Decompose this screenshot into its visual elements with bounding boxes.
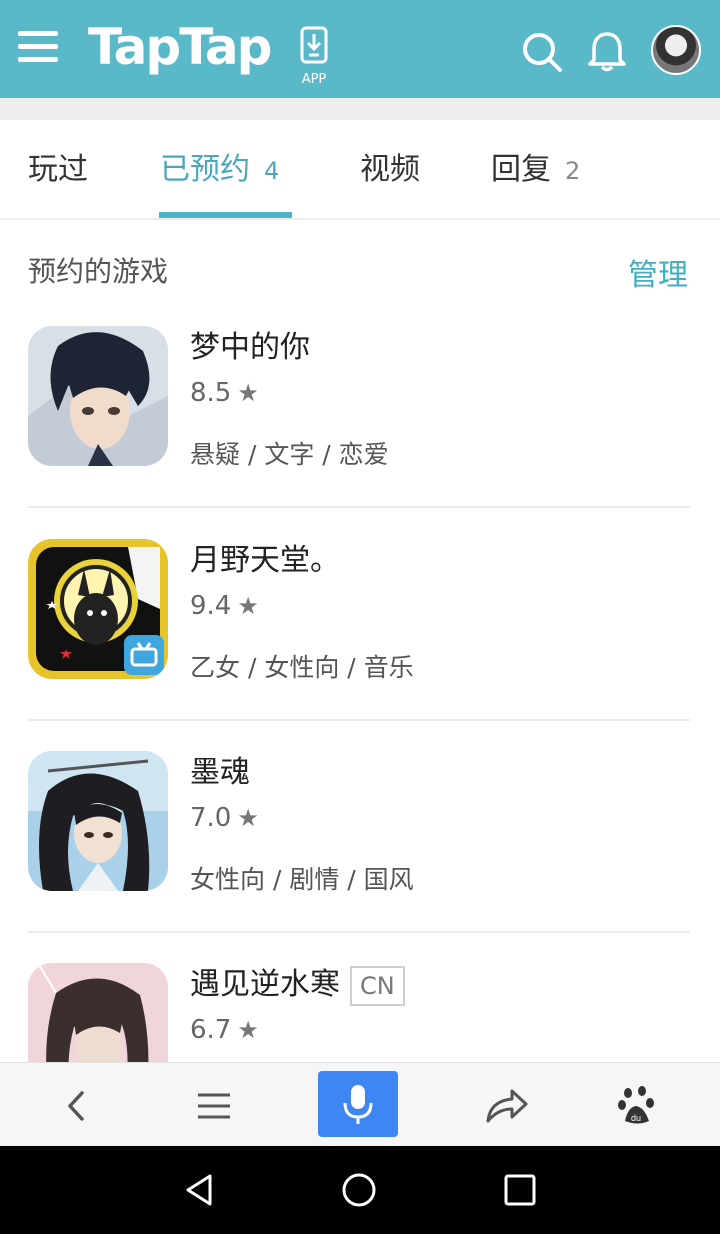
nav-home-icon[interactable] xyxy=(339,1170,379,1210)
game-rating: 8.5 ★ xyxy=(190,376,259,410)
tab-played[interactable]: 玩过 xyxy=(28,150,88,190)
game-tags: 悬疑 / 文字 / 恋爱 xyxy=(190,440,389,469)
rating-value: 8.5 xyxy=(190,378,232,408)
game-title-text: 遇见逆水寒 xyxy=(190,967,340,1002)
game-rating: 6.7 ★ xyxy=(190,1013,259,1047)
tab-replies[interactable]: 回复 2 xyxy=(491,150,580,190)
rating-value: 7.0 xyxy=(190,803,232,833)
tab-label: 回复 xyxy=(491,152,551,187)
game-tags: 乙女 / 女性向 / 音乐 xyxy=(190,653,414,682)
menu-list-icon[interactable] xyxy=(174,1073,254,1139)
avatar[interactable] xyxy=(651,25,701,75)
list-item[interactable]: 梦中的你 8.5 ★ 悬疑 / 文字 / 恋爱 xyxy=(28,326,690,538)
star-icon: ★ xyxy=(237,804,259,832)
game-rating: 7.0 ★ xyxy=(190,801,259,835)
share-icon[interactable] xyxy=(466,1073,546,1139)
divider xyxy=(28,719,690,721)
tab-label: 视频 xyxy=(360,152,420,187)
game-icon[interactable] xyxy=(28,326,168,466)
game-title[interactable]: 墨魂 xyxy=(190,753,250,793)
tab-count: 4 xyxy=(264,157,280,185)
menu-icon[interactable] xyxy=(18,31,58,65)
game-tags: 女性向 / 剧情 / 国风 xyxy=(190,865,414,894)
star-icon: ★ xyxy=(237,1016,259,1044)
tab-reserved[interactable]: 已预约 4 xyxy=(160,150,279,190)
list-item[interactable]: 墨魂 7.0 ★ 女性向 / 剧情 / 国风 xyxy=(28,751,690,963)
tab-videos[interactable]: 视频 xyxy=(360,150,420,190)
nav-recents-icon[interactable] xyxy=(500,1170,540,1210)
voice-search-button[interactable] xyxy=(318,1071,398,1137)
bell-icon[interactable] xyxy=(586,30,628,74)
search-icon[interactable] xyxy=(520,30,564,74)
download-app-button[interactable]: APP xyxy=(296,26,332,87)
tab-label: 玩过 xyxy=(28,152,88,187)
back-icon[interactable] xyxy=(36,1073,116,1139)
browser-toolbar: du xyxy=(0,1062,720,1146)
game-title[interactable]: 月野天堂。 xyxy=(190,541,340,581)
game-icon[interactable] xyxy=(28,751,168,891)
game-icon[interactable] xyxy=(28,963,168,1062)
rating-value: 9.4 xyxy=(190,591,232,621)
download-app-icon xyxy=(300,26,328,64)
list-item[interactable]: 遇见逆水寒 CN 6.7 ★ xyxy=(28,963,690,1062)
game-rating: 9.4 ★ xyxy=(190,589,259,623)
rating-value: 6.7 xyxy=(190,1015,232,1045)
tab-count: 2 xyxy=(565,157,581,185)
star-icon: ★ xyxy=(237,592,259,620)
star-icon: ★ xyxy=(237,379,259,407)
divider xyxy=(28,931,690,933)
manage-button[interactable]: 管理 xyxy=(628,250,688,294)
nav-back-icon[interactable] xyxy=(180,1170,220,1210)
taptap-logo[interactable]: TapTap xyxy=(88,18,272,76)
svg-text:du: du xyxy=(631,1113,641,1123)
game-title[interactable]: 遇见逆水寒 CN xyxy=(190,965,405,1006)
app-label: APP xyxy=(301,72,327,87)
tab-label: 已预约 xyxy=(160,152,250,187)
region-badge: CN xyxy=(350,965,405,1006)
header-divider xyxy=(0,98,720,120)
divider xyxy=(28,506,690,508)
list-item[interactable]: 月野天堂。 9.4 ★ 乙女 / 女性向 / 音乐 xyxy=(28,539,690,751)
game-title[interactable]: 梦中的你 xyxy=(190,328,310,368)
profile-tabs: 玩过 已预约 4 视频 回复 2 xyxy=(0,120,720,220)
baidu-paw-icon[interactable]: du xyxy=(598,1073,678,1139)
section-title: 预约的游戏 xyxy=(28,255,169,288)
top-app-bar: TapTap APP xyxy=(0,0,720,98)
game-icon[interactable] xyxy=(28,539,168,679)
system-nav-bar xyxy=(0,1146,720,1234)
microphone-icon xyxy=(343,1085,373,1124)
active-tab-indicator xyxy=(159,212,292,218)
